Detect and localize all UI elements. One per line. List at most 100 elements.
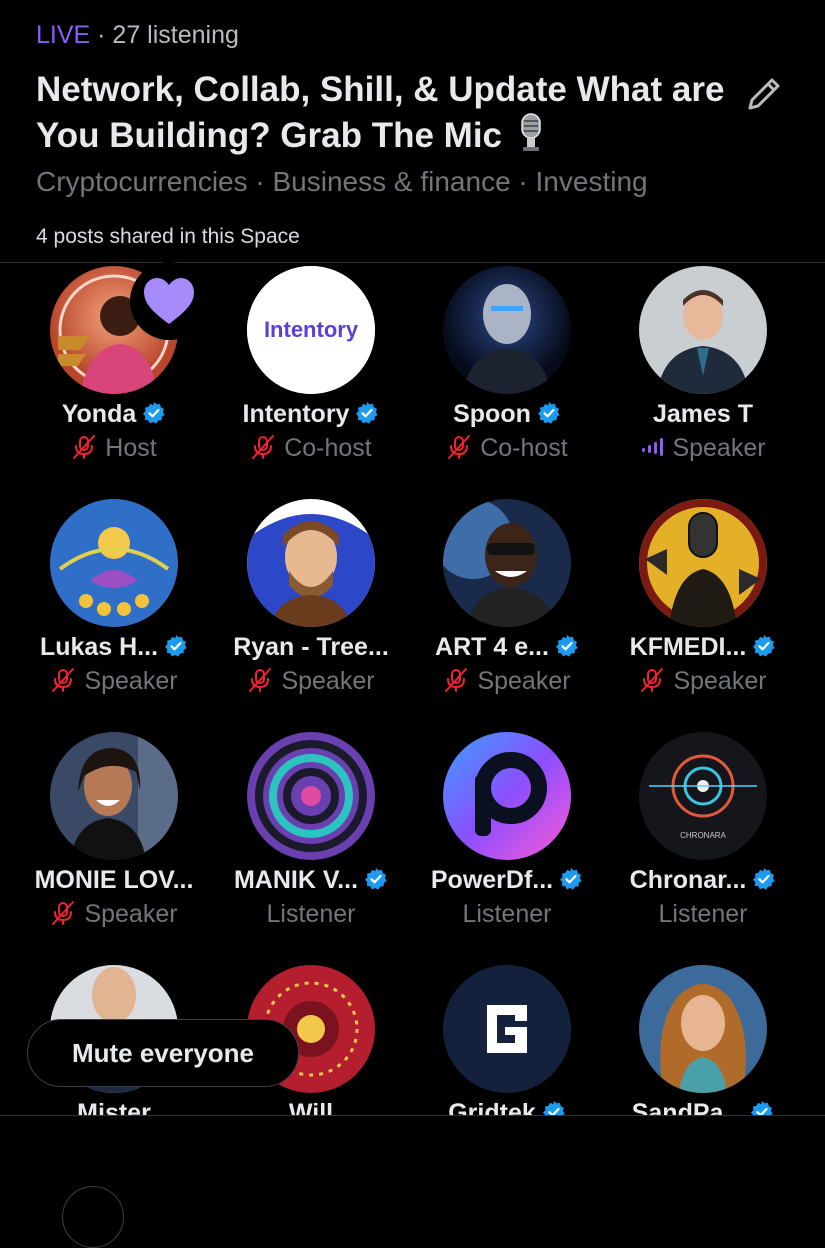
participant-cell[interactable]: SandPa... [603, 961, 803, 1115]
participant-cell[interactable]: MONIE LOV... Speaker [14, 728, 214, 961]
verified-badge-icon [542, 1101, 565, 1115]
avatar [247, 499, 375, 627]
participant-name-row: Will [211, 1097, 411, 1115]
verified-badge-icon [560, 868, 582, 890]
avatar [247, 732, 375, 860]
participant-name: Chronar... [629, 866, 747, 894]
participant-name: KFMEDI... [629, 633, 747, 661]
participant-cell[interactable]: ART 4 e... Speaker [407, 495, 607, 728]
participant-role: Speaker [477, 667, 571, 695]
bottom-control-button[interactable] [62, 1186, 124, 1248]
speaking-bars-icon [642, 438, 664, 456]
avatar [443, 965, 571, 1093]
participant-cell[interactable]: PowerDf... Listener [407, 728, 607, 961]
edit-space-button[interactable] [742, 72, 786, 116]
verified-badge-icon [751, 1101, 773, 1115]
participant-name: Ryan - Tree... [233, 633, 389, 661]
live-status: LIVE · 27 listening [36, 18, 796, 52]
avatar-text: CHRONARA [680, 831, 726, 840]
participant-role: Speaker [84, 667, 178, 695]
participant-role-row: Speaker [211, 665, 411, 697]
participant-role: Co-host [480, 434, 568, 462]
participants-grid: Yonda Host Intentory Intentory Co-host S… [0, 262, 825, 1115]
verified-badge-icon [753, 868, 776, 890]
live-separator: · [90, 21, 113, 49]
avatar [639, 499, 767, 627]
verified-badge-icon [356, 402, 379, 424]
participant-cell[interactable]: Gridtek [407, 961, 607, 1115]
participant-cell[interactable]: CHRONARA Chronar... Listener [603, 728, 803, 961]
participant-role-row: Speaker [14, 665, 214, 697]
participant-name: Yonda [61, 400, 137, 428]
participant-cell[interactable]: James T Speaker [603, 262, 803, 495]
participant-name-row: ART 4 e... [407, 631, 607, 663]
participant-role: Speaker [672, 434, 766, 462]
participant-name: Intentory [242, 400, 350, 428]
participant-cell[interactable]: Yonda Host [14, 262, 214, 495]
participant-name: Mister [77, 1099, 151, 1115]
verified-badge-icon [143, 402, 165, 424]
participant-name: Lukas H... [39, 633, 159, 661]
avatar [443, 499, 571, 627]
posts-shared-link[interactable]: 4 posts shared in this Space [36, 222, 300, 252]
space-topics[interactable]: Cryptocurrencies · Business & finance · … [36, 164, 648, 200]
avatar [50, 732, 178, 860]
participant-cell[interactable]: Intentory Intentory Co-host [211, 262, 411, 495]
participant-cell[interactable]: KFMEDI... Speaker [603, 495, 803, 728]
mute-everyone-button[interactable]: Mute everyone [27, 1019, 299, 1087]
verified-badge-icon [165, 635, 187, 657]
participant-cell[interactable]: MANIK V... Listener [211, 728, 411, 961]
mic-muted-icon [448, 435, 471, 459]
participant-cell[interactable]: Spoon Co-host [407, 262, 607, 495]
participant-name-row: MONIE LOV... [14, 864, 214, 896]
participant-name: PowerDf... [430, 866, 554, 894]
participant-role-row: Speaker [603, 432, 803, 464]
participant-name-row: James T [603, 398, 803, 430]
participant-name: Spoon [453, 400, 531, 428]
participant-role: Listener [462, 900, 552, 928]
avatar [50, 499, 178, 627]
mic-muted-icon [249, 668, 272, 692]
heart-icon [144, 278, 194, 324]
participant-role: Host [105, 434, 157, 462]
participant-role: Speaker [673, 667, 767, 695]
participant-name-row: KFMEDI... [603, 631, 803, 663]
participant-role: Listener [658, 900, 748, 928]
avatar [639, 266, 767, 394]
participant-cell[interactable]: Ryan - Tree... Speaker [211, 495, 411, 728]
participant-name-row: Gridtek [407, 1097, 607, 1115]
space-title: Network, Collab, Shill, & Update What ar… [36, 68, 736, 163]
participant-role-row: Co-host [211, 432, 411, 464]
mic-muted-icon [73, 435, 96, 459]
reaction-heart [130, 262, 208, 340]
participant-name: MANIK V... [233, 866, 359, 894]
participant-name-row: Ryan - Tree... [211, 631, 411, 663]
participant-name: ART 4 e... [435, 633, 549, 661]
participant-role-row: Listener [407, 898, 607, 930]
mic-muted-icon [641, 668, 664, 692]
participant-role-row: Speaker [603, 665, 803, 697]
participant-name: Will [288, 1099, 334, 1115]
participant-name: James T [652, 400, 754, 428]
participant-cell[interactable]: Lukas H... Speaker [14, 495, 214, 728]
verified-badge-icon [753, 635, 776, 657]
participant-role-row: Listener [211, 898, 411, 930]
participant-name-row: SandPa... [603, 1097, 803, 1115]
participant-name: Gridtek [448, 1099, 536, 1115]
participant-name-row: Mister [14, 1097, 214, 1115]
space-title-text: Network, Collab, Shill, & Update What ar… [36, 70, 725, 155]
listening-count: 27 listening [112, 21, 239, 49]
participant-name-row: Spoon [407, 398, 607, 430]
bottom-panel [0, 1116, 825, 1200]
participant-role-row: Speaker [407, 665, 607, 697]
avatar-text: Intentory [264, 317, 359, 342]
avatar [639, 965, 767, 1093]
mic-muted-icon [52, 901, 75, 925]
space-header: LIVE · 27 listening [36, 18, 796, 52]
avatar [443, 732, 571, 860]
participant-name-row: Yonda [14, 398, 214, 430]
live-label: LIVE [36, 21, 91, 49]
participant-role: Listener [266, 900, 356, 928]
participant-name-row: PowerDf... [407, 864, 607, 896]
mic-muted-icon [52, 668, 75, 692]
